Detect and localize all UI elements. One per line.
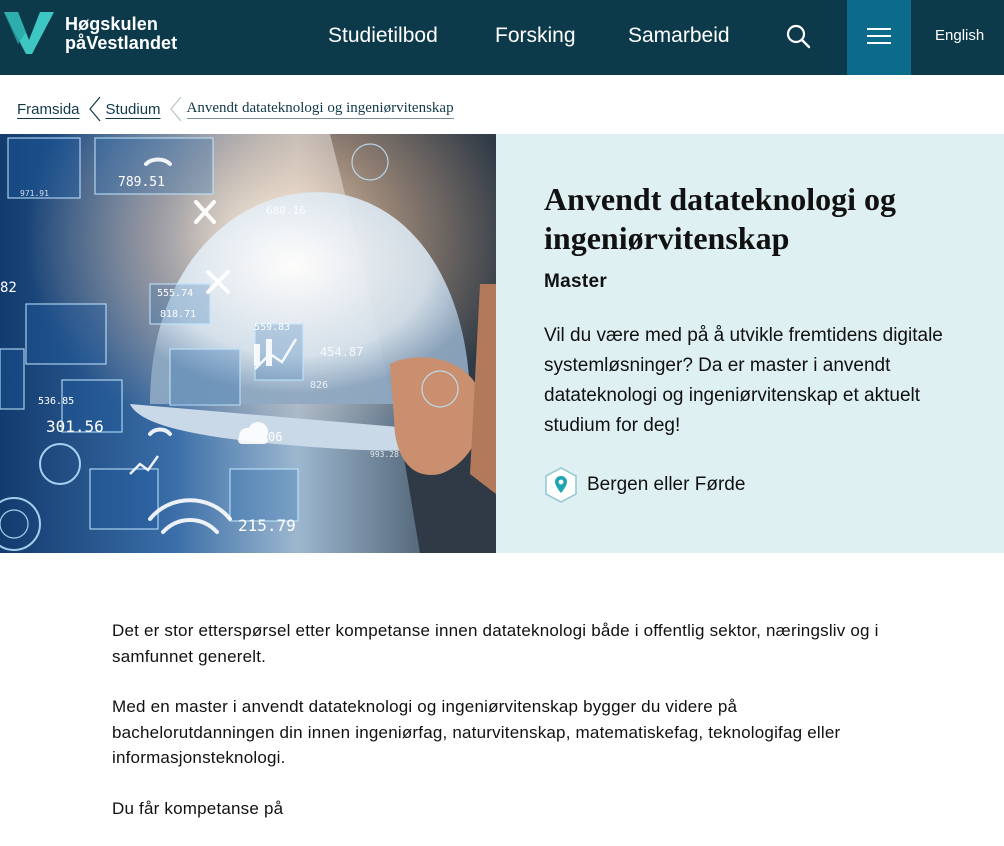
hud-value: 301.56 [46,417,104,436]
hud-value: 826 [310,380,328,391]
nav-samarbeid[interactable]: Samarbeid [628,24,730,48]
hero-panel: Anvendt datateknologi og ingeniørvitensk… [496,134,1004,553]
search-icon [786,24,811,49]
study-level: Master [544,271,608,292]
chevron-left-icon [169,96,182,122]
site-logo[interactable]: Høgskulen påVestlandet [4,10,177,56]
site-header: Høgskulen påVestlandet Studietilbod Fors… [0,0,1004,75]
hero-illustration: 789.51 680.16 555.74 818.71 559.83 454.8… [0,134,496,553]
content-paragraph: Du får kompetanse på [112,798,284,818]
location-pin-icon [545,467,577,503]
hud-value: 680.16 [266,204,306,217]
study-location: Bergen eller Førde [544,467,745,503]
hud-value: 06 [268,430,282,444]
logo-mark-icon [4,12,54,54]
search-button[interactable] [783,21,815,53]
menu-button[interactable] [847,0,911,75]
language-switch-link[interactable]: English [935,27,984,45]
location-text: Bergen eller Førde [587,474,746,495]
hero-lead-text: Vil du være med på å utvikle fremtidens … [544,325,943,436]
hud-value: 971.91 [20,189,49,198]
hud-value: 536.85 [38,396,74,407]
content-paragraph: Det er stor etterspørsel etter kompetans… [112,621,879,666]
hud-value: 555.74 [157,288,193,299]
logo-line-2: påVestlandet [65,33,178,53]
breadcrumb-current: Anvendt datateknologi og ingeniørvitensk… [186,100,454,119]
hud-value: 789.51 [118,175,165,190]
logo-text: Høgskulen påVestlandet [65,15,177,53]
hud-value: 559.83 [254,322,290,333]
logo-line-1: Høgskulen [65,14,158,34]
page-title: Anvendt datateknologi og ingeniørvitensk… [544,181,897,256]
breadcrumb-framsida[interactable]: Framsida [17,101,80,118]
hero-image: 789.51 680.16 555.74 818.71 559.83 454.8… [0,134,496,553]
chevron-left-icon [88,96,100,122]
hud-value: 993.28 [370,450,399,459]
breadcrumb-studium[interactable]: Studium [106,101,161,118]
nav-studietilbod[interactable]: Studietilbod [328,24,438,48]
hud-value: 215.79 [238,516,296,535]
hud-value: 818.71 [160,309,196,320]
nav-forsking[interactable]: Forsking [495,24,576,48]
main-content: Det er stor etterspørsel etter kompetans… [112,618,892,846]
content-paragraph: Med en master i anvendt datateknologi og… [112,697,841,767]
hud-value: 454.87 [320,345,363,359]
breadcrumb: Framsida Studium Anvendt datateknologi o… [17,96,454,122]
hud-value: 82 [0,280,17,296]
